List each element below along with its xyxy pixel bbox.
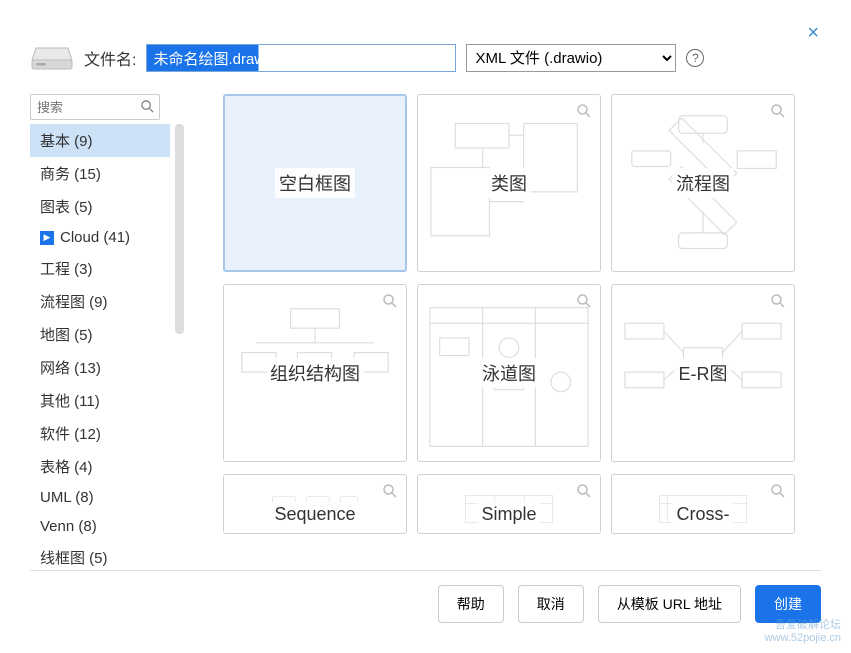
- sidebar-item-1[interactable]: 商务 (15): [30, 157, 170, 190]
- search-icon: [140, 99, 155, 114]
- template-label: E-R图: [675, 358, 732, 388]
- header-row: 文件名: XML 文件 (.drawio) ?: [30, 42, 821, 74]
- template-label: Sequence: [270, 502, 359, 527]
- sidebar-item-3[interactable]: ▶ Cloud (41): [30, 223, 170, 252]
- template-label: Cross-: [673, 502, 734, 527]
- filetype-select[interactable]: XML 文件 (.drawio): [466, 44, 676, 72]
- magnify-icon[interactable]: [576, 293, 592, 309]
- magnify-icon[interactable]: [382, 293, 398, 309]
- sidebar-item-7[interactable]: 网络 (13): [30, 351, 170, 384]
- sidebar-item-11[interactable]: UML (8): [30, 483, 170, 512]
- magnify-icon[interactable]: [576, 483, 592, 499]
- sidebar-item-label: 网络 (13): [40, 357, 101, 378]
- sidebar-item-9[interactable]: 软件 (12): [30, 417, 170, 450]
- sidebar-item-10[interactable]: 表格 (4): [30, 450, 170, 483]
- sidebar-item-8[interactable]: 其他 (11): [30, 384, 170, 417]
- sidebar-item-label: 其他 (11): [40, 390, 100, 411]
- sidebar-item-label: Cloud (41): [60, 229, 130, 246]
- filename-label: 文件名:: [84, 46, 136, 70]
- magnify-icon[interactable]: [770, 103, 786, 119]
- help-button[interactable]: 帮助: [438, 585, 504, 623]
- template-card-2[interactable]: 流程图: [611, 94, 795, 272]
- sidebar-item-label: 图表 (5): [40, 196, 93, 217]
- sidebar-item-label: 基本 (9): [40, 130, 93, 151]
- template-label: 空白框图: [275, 168, 355, 198]
- template-label: 组织结构图: [266, 358, 364, 388]
- template-label: Simple: [477, 502, 540, 527]
- sidebar-scrollbar[interactable]: [175, 124, 184, 334]
- magnify-icon[interactable]: [770, 293, 786, 309]
- template-label: 泳道图: [478, 358, 540, 388]
- sidebar-item-12[interactable]: Venn (8): [30, 512, 170, 541]
- template-card-6[interactable]: Sequence: [223, 474, 407, 534]
- sidebar-item-6[interactable]: 地图 (5): [30, 318, 170, 351]
- sidebar-item-2[interactable]: 图表 (5): [30, 190, 170, 223]
- template-label: 类图: [487, 168, 531, 198]
- template-label: 流程图: [672, 168, 734, 198]
- template-card-8[interactable]: Cross-: [611, 474, 795, 534]
- template-card-0[interactable]: 空白框图: [223, 94, 407, 272]
- sidebar-item-label: 流程图 (9): [40, 291, 108, 312]
- template-card-3[interactable]: 组织结构图: [223, 284, 407, 462]
- sidebar-item-label: 软件 (12): [40, 423, 101, 444]
- help-icon[interactable]: ?: [686, 49, 704, 67]
- footer: 帮助 取消 从模板 URL 地址 创建: [30, 570, 821, 623]
- sidebar-item-label: UML (8): [40, 489, 94, 506]
- sidebar-item-4[interactable]: 工程 (3): [30, 252, 170, 285]
- filename-input[interactable]: [146, 44, 456, 72]
- sidebar-item-5[interactable]: 流程图 (9): [30, 285, 170, 318]
- magnify-icon[interactable]: [382, 483, 398, 499]
- sidebar-item-label: 工程 (3): [40, 258, 93, 279]
- drive-icon: [30, 42, 74, 74]
- magnify-icon[interactable]: [770, 483, 786, 499]
- sidebar-item-label: 线框图 (5): [40, 547, 108, 568]
- from-url-button[interactable]: 从模板 URL 地址: [598, 585, 741, 623]
- sidebar: 基本 (9) 商务 (15) 图表 (5) ▶ Cloud (41) 工程 (3) 流程图 …: [30, 94, 185, 549]
- sidebar-item-0[interactable]: 基本 (9): [30, 124, 170, 157]
- cloud-play-icon: ▶: [40, 231, 54, 245]
- sidebar-item-label: 商务 (15): [40, 163, 101, 184]
- template-card-7[interactable]: Simple: [417, 474, 601, 534]
- templates-panel: 空白框图 类图 流程图组织结构图 泳道图 E-R图 Sequence Simple Cross…: [185, 94, 821, 549]
- sidebar-item-label: 表格 (4): [40, 456, 93, 477]
- create-button[interactable]: 创建: [755, 585, 821, 623]
- cancel-button[interactable]: 取消: [518, 585, 584, 623]
- template-card-4[interactable]: 泳道图: [417, 284, 601, 462]
- template-card-5[interactable]: E-R图: [611, 284, 795, 462]
- sidebar-item-label: 地图 (5): [40, 324, 93, 345]
- close-icon[interactable]: ×: [807, 22, 819, 45]
- magnify-icon[interactable]: [576, 103, 592, 119]
- sidebar-item-label: Venn (8): [40, 518, 97, 535]
- template-card-1[interactable]: 类图: [417, 94, 601, 272]
